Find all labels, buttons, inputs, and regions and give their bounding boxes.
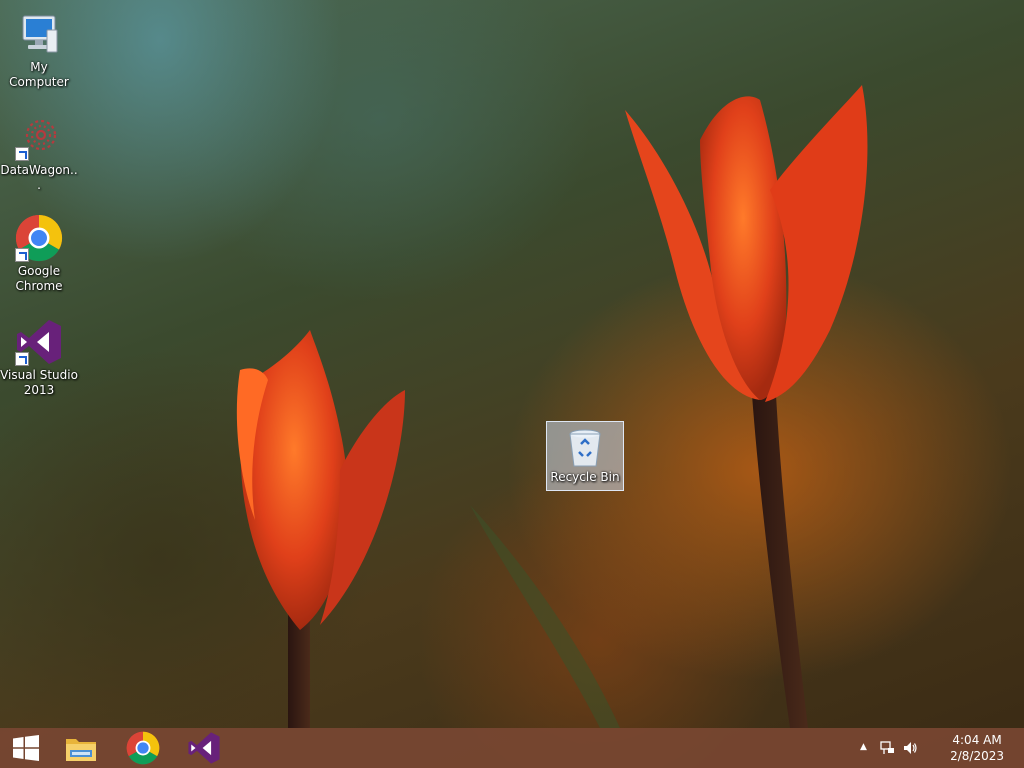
network-icon[interactable]	[880, 740, 896, 756]
visual-studio-icon	[15, 318, 63, 366]
visual-studio-icon	[188, 732, 220, 764]
clock[interactable]: 4:04 AM 2/8/2023	[950, 732, 1004, 764]
clock-date: 2/8/2023	[950, 749, 1004, 763]
desktop-icon-label: DataWagon...	[0, 163, 78, 192]
desktop-icon-visual-studio[interactable]: Visual Studio 2013	[0, 318, 78, 398]
file-explorer-icon	[66, 739, 96, 761]
desktop-wallpaper	[236, 85, 868, 728]
computer-icon	[15, 10, 63, 58]
chrome-icon	[15, 214, 63, 262]
right-tulip	[625, 85, 868, 402]
volume-icon[interactable]	[902, 740, 918, 756]
show-hidden-icons-button[interactable]: ▲	[860, 742, 867, 758]
desktop-icon-my-computer[interactable]: My Computer	[0, 10, 78, 90]
shortcut-arrow-icon	[15, 147, 29, 161]
desktop-icon-datawagon[interactable]: DataWagon...	[0, 113, 78, 193]
shortcut-arrow-icon	[15, 352, 29, 366]
desktop-icon-recycle-bin[interactable]: Recycle Bin	[546, 421, 624, 491]
desktop-icon-google-chrome[interactable]: Google Chrome	[0, 214, 78, 294]
desktop-icon-label: Visual Studio 2013	[0, 368, 78, 397]
clock-time: 4:04 AM	[952, 733, 1002, 747]
desktop-icon-label: My Computer	[9, 60, 69, 89]
windows-logo-icon	[13, 735, 39, 761]
recycle-bin-label: Recycle Bin	[550, 470, 620, 484]
taskbar-visual-studio[interactable]	[178, 728, 230, 768]
desktop-icon-label: Google Chrome	[15, 264, 63, 293]
chrome-icon	[126, 731, 160, 765]
datawagon-icon	[15, 113, 63, 161]
recycle-bin-icon	[563, 426, 607, 470]
system-tray: ▲ 4:04 AM 2/8/2023	[854, 728, 1024, 768]
taskbar-google-chrome[interactable]	[117, 728, 169, 768]
taskbar: ▲ 4:04 AM 2/8/2023	[0, 728, 1024, 768]
shortcut-arrow-icon	[15, 248, 29, 262]
taskbar-file-explorer[interactable]	[55, 728, 107, 768]
left-tulip	[236, 330, 405, 630]
start-button[interactable]	[0, 728, 52, 768]
